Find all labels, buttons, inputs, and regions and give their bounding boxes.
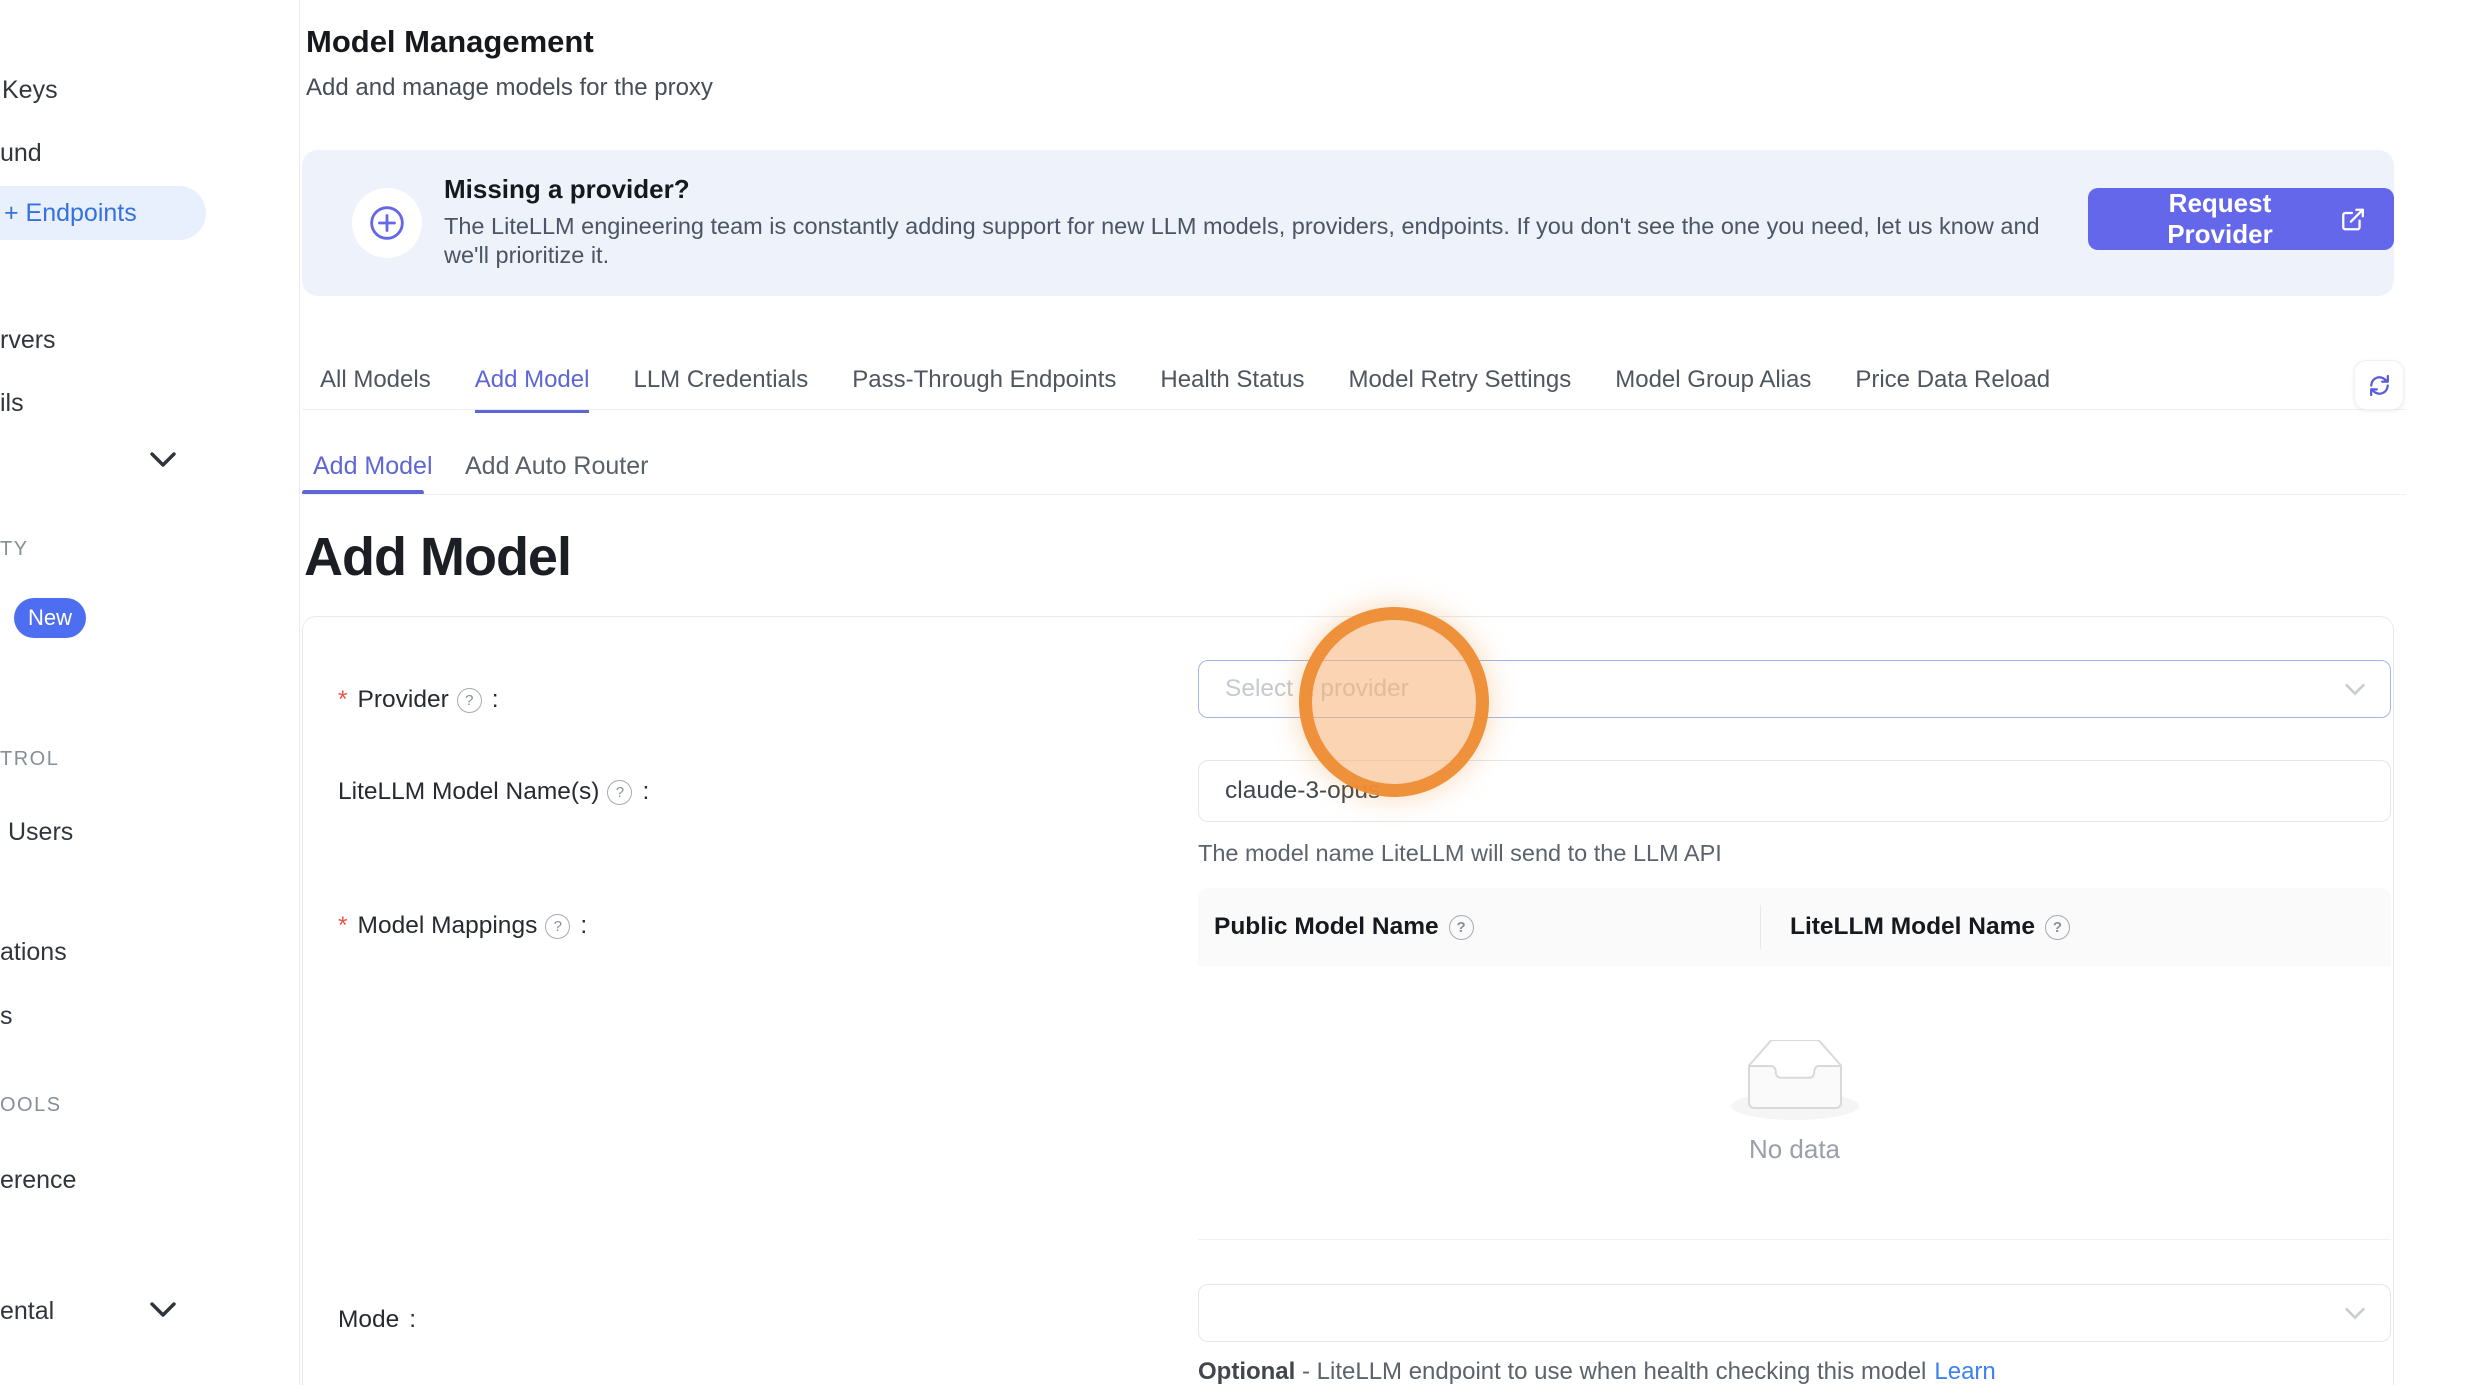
learn-link[interactable]: Learn bbox=[1934, 1358, 1995, 1385]
banner-body-line2: we'll prioritize it. bbox=[444, 242, 609, 268]
tab-add-model[interactable]: Add Model bbox=[475, 366, 590, 413]
external-link-icon bbox=[2340, 206, 2366, 233]
subtab-divider bbox=[302, 494, 2406, 495]
help-icon[interactable]: ? bbox=[2045, 915, 2070, 940]
page-subtitle: Add and manage models for the proxy bbox=[306, 74, 713, 102]
provider-select-placeholder: Select a provider bbox=[1225, 675, 1409, 703]
model-name-label-text: LiteLLM Model Name(s) bbox=[338, 778, 599, 806]
column-label: Public Model Name bbox=[1214, 913, 1439, 941]
no-data-text: No data bbox=[1749, 1134, 1840, 1165]
model-mappings-label-text: Model Mappings bbox=[358, 912, 538, 940]
column-label: LiteLLM Model Name bbox=[1790, 913, 2035, 941]
refresh-button[interactable] bbox=[2354, 360, 2404, 410]
mode-label: Mode : bbox=[338, 1306, 416, 1334]
missing-provider-banner: Missing a provider? The LiteLLM engineer… bbox=[302, 150, 2394, 296]
mode-hint-bold: Optional bbox=[1198, 1358, 1295, 1385]
model-name-input[interactable] bbox=[1198, 760, 2391, 822]
tab-all-models[interactable]: All Models bbox=[320, 366, 431, 413]
tab-model-group-alias[interactable]: Model Group Alias bbox=[1615, 366, 1811, 413]
subtab-add-auto-router[interactable]: Add Auto Router bbox=[465, 452, 648, 481]
app-page: Keys und + Endpoints rvers ils TY New TR… bbox=[0, 0, 2477, 1385]
provider-label-text: Provider bbox=[358, 686, 449, 714]
sidebar-item-users[interactable]: Users bbox=[8, 818, 73, 847]
help-icon[interactable]: ? bbox=[607, 780, 632, 805]
form-heading: Add Model bbox=[304, 526, 571, 588]
chevron-down-icon bbox=[2344, 1307, 2366, 1320]
label-colon: : bbox=[580, 912, 587, 940]
banner-title: Missing a provider? bbox=[444, 174, 690, 205]
mode-select[interactable] bbox=[1198, 1284, 2391, 1342]
model-name-label: LiteLLM Model Name(s) ? : bbox=[338, 778, 649, 806]
banner-body: The LiteLLM engineering team is constant… bbox=[444, 212, 2040, 270]
column-litellm-model-name: LiteLLM Model Name ? bbox=[1760, 913, 2391, 941]
label-colon: : bbox=[642, 778, 649, 806]
sidebar-section-label: TY bbox=[0, 538, 29, 561]
sidebar-item-teams[interactable]: s bbox=[0, 1002, 13, 1031]
help-icon[interactable]: ? bbox=[1449, 915, 1474, 940]
mappings-table-empty-state: No data bbox=[1198, 966, 2391, 1240]
provider-label: * Provider ? : bbox=[338, 686, 499, 714]
sidebar-item-servers[interactable]: rvers bbox=[0, 326, 56, 355]
refresh-icon bbox=[2366, 372, 2393, 399]
empty-inbox-icon bbox=[1731, 1040, 1859, 1122]
sidebar: Keys und + Endpoints rvers ils TY New TR… bbox=[0, 0, 300, 1385]
tabs-divider bbox=[302, 409, 2406, 410]
provider-select[interactable]: Select a provider bbox=[1198, 660, 2391, 718]
mode-label-text: Mode bbox=[338, 1306, 399, 1334]
model-tabs: All Models Add Model LLM Credentials Pas… bbox=[320, 366, 2050, 413]
model-mappings-label: * Model Mappings ? : bbox=[338, 912, 587, 940]
label-colon: : bbox=[409, 1306, 416, 1334]
mode-hint-text: - LiteLLM endpoint to use when health ch… bbox=[1295, 1358, 1926, 1385]
column-divider bbox=[1760, 905, 1761, 949]
required-asterisk: * bbox=[338, 686, 348, 714]
chevron-down-icon[interactable] bbox=[150, 1302, 176, 1318]
help-icon[interactable]: ? bbox=[545, 914, 570, 939]
sidebar-item-ils[interactable]: ils bbox=[0, 389, 24, 418]
request-provider-button[interactable]: Request Provider bbox=[2088, 188, 2394, 250]
required-asterisk: * bbox=[338, 912, 348, 940]
tab-model-retry-settings[interactable]: Model Retry Settings bbox=[1348, 366, 1571, 413]
tab-price-data-reload[interactable]: Price Data Reload bbox=[1855, 366, 2050, 413]
banner-body-line1: The LiteLLM engineering team is constant… bbox=[444, 213, 2040, 239]
help-icon[interactable]: ? bbox=[457, 688, 482, 713]
new-badge: New bbox=[14, 598, 86, 638]
page-title: Model Management bbox=[306, 24, 594, 60]
request-provider-label: Request Provider bbox=[2116, 188, 2324, 250]
sidebar-item-playground[interactable]: und bbox=[0, 139, 42, 168]
chevron-down-icon bbox=[2344, 683, 2366, 696]
mode-hint: Optional - LiteLLM endpoint to use when … bbox=[1198, 1358, 1996, 1385]
sidebar-item-experimental[interactable]: ental bbox=[0, 1297, 54, 1326]
sidebar-item-organizations[interactable]: ations bbox=[0, 938, 67, 967]
chevron-down-icon[interactable] bbox=[150, 452, 176, 468]
sidebar-section-label-control: TROL bbox=[0, 748, 59, 771]
model-name-help-text: The model name LiteLLM will send to the … bbox=[1198, 840, 1722, 867]
plus-circle-icon bbox=[352, 188, 422, 258]
label-colon: : bbox=[492, 686, 499, 714]
sidebar-section-label-tools: OOLS bbox=[0, 1094, 62, 1117]
sidebar-item-endpoints-active[interactable]: + Endpoints bbox=[0, 186, 206, 240]
sidebar-item-inference[interactable]: erence bbox=[0, 1166, 76, 1195]
column-public-model-name: Public Model Name ? bbox=[1198, 913, 1760, 941]
tab-pass-through-endpoints[interactable]: Pass-Through Endpoints bbox=[852, 366, 1116, 413]
tab-llm-credentials[interactable]: LLM Credentials bbox=[633, 366, 808, 413]
subtab-add-model[interactable]: Add Model bbox=[313, 452, 433, 481]
mappings-table-header: Public Model Name ? LiteLLM Model Name ? bbox=[1198, 888, 2391, 966]
tab-health-status[interactable]: Health Status bbox=[1160, 366, 1304, 413]
sidebar-item-keys[interactable]: Keys bbox=[2, 76, 58, 105]
